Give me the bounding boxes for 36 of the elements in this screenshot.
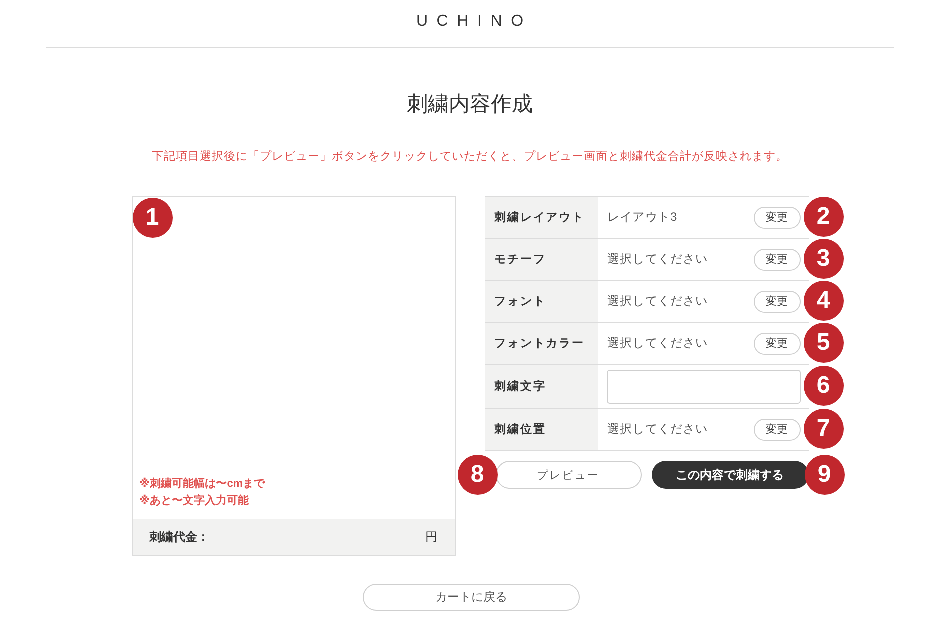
option-label: モチーフ xyxy=(484,239,598,280)
note-text: ※刺繍可能幅は〜cmまで xyxy=(140,476,266,492)
logo-text[interactable]: UCHINO xyxy=(408,12,532,30)
callout-number: 6 xyxy=(804,366,844,406)
price-label: 刺繍代金： xyxy=(150,528,210,546)
option-label: 刺繍位置 xyxy=(484,409,598,450)
page-title: 刺繍内容作成 xyxy=(406,92,534,118)
callout-number: 2 xyxy=(804,196,844,236)
change-button[interactable]: 変更 xyxy=(754,332,800,354)
callout-number: 8 xyxy=(458,455,498,495)
callout-number: 3 xyxy=(804,238,844,278)
price-unit: 円 xyxy=(426,528,438,546)
change-button[interactable]: 変更 xyxy=(754,418,800,440)
option-value: 選択してください xyxy=(608,293,708,310)
callout-number: 5 xyxy=(804,322,844,362)
option-value: 選択してください xyxy=(608,421,708,438)
option-value: 選択してください xyxy=(608,251,708,268)
change-button[interactable]: 変更 xyxy=(754,290,800,312)
note-text: ※あと〜文字入力可能 xyxy=(140,494,250,509)
change-button[interactable]: 変更 xyxy=(754,206,800,228)
callout-number: 7 xyxy=(804,408,844,448)
option-label: フォント xyxy=(484,281,598,322)
callout-number: 9 xyxy=(804,455,844,495)
notice-text: 下記項目選択後に「プレビュー」ボタンをクリックしていただくと、プレビュー画面と刺繍代金合計が反映されます。 xyxy=(151,149,789,165)
text-input-field[interactable] xyxy=(606,370,800,404)
option-label: フォントカラー xyxy=(484,323,598,364)
option-value: 選択してください xyxy=(608,335,708,352)
change-button[interactable]: 変更 xyxy=(754,248,800,270)
option-label: 刺繍レイアウト xyxy=(484,197,598,238)
option-value: レイアウト3 xyxy=(608,209,678,226)
callout-number: 4 xyxy=(804,280,844,320)
callout-number: 1 xyxy=(132,198,172,238)
back-to-cart-button[interactable]: カートに戻る xyxy=(363,584,580,611)
option-label: 刺繍文字 xyxy=(484,365,598,408)
submit-button[interactable]: この内容で刺繍する xyxy=(652,461,808,489)
preview-button[interactable]: プレビュー xyxy=(496,461,642,489)
